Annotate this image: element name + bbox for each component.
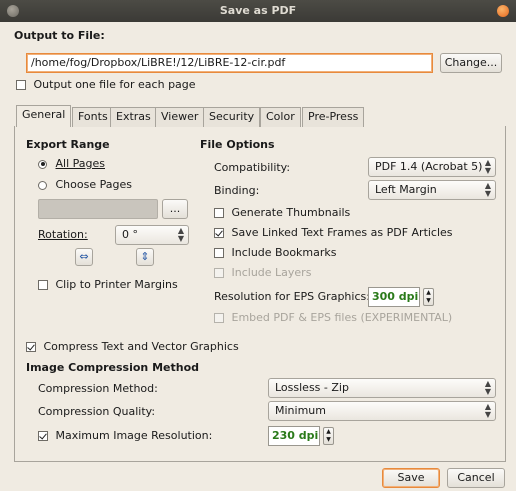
choose-pages-radio[interactable] <box>38 180 47 190</box>
include-layers-row: Include Layers <box>214 266 311 279</box>
max-resolution-input[interactable]: 230 dpi <box>268 426 320 446</box>
page-range-input[interactable] <box>38 199 158 219</box>
eps-resolution-stepper-icon[interactable]: ▲ ▼ <box>423 288 434 306</box>
include-layers-label: Include Layers <box>231 266 312 279</box>
file-options-heading: File Options <box>200 138 275 151</box>
one-file-per-page-checkbox[interactable] <box>16 80 26 90</box>
include-bookmarks-checkbox[interactable] <box>214 248 224 258</box>
compress-text-checkbox[interactable] <box>26 342 36 352</box>
clip-margins-checkbox[interactable] <box>38 280 48 290</box>
combo-arrows-icon: ▲ ▼ <box>177 226 184 243</box>
flip-vertical-icon[interactable]: ⇕ <box>136 248 154 266</box>
all-pages-radio[interactable] <box>38 159 47 169</box>
compress-text-label: Compress Text and Vector Graphics <box>43 340 239 353</box>
cancel-button[interactable]: Cancel <box>447 468 505 488</box>
compress-text-row[interactable]: Compress Text and Vector Graphics <box>26 340 239 353</box>
generate-thumbnails-row[interactable]: Generate Thumbnails <box>214 206 350 219</box>
window-title: Save as PDF <box>219 4 297 17</box>
compression-method-value: Lossless - Zip <box>275 381 349 394</box>
tab-extras[interactable]: Extras <box>110 107 157 127</box>
all-pages-option[interactable]: All Pages <box>38 157 105 170</box>
combo-arrows-icon: ▲ ▼ <box>484 158 491 175</box>
combo-arrows-icon: ▲ ▼ <box>484 379 491 396</box>
browse-pages-button[interactable]: ... <box>162 199 188 219</box>
rotation-value: 0 ° <box>122 228 138 241</box>
change-button[interactable]: Change... <box>440 53 502 73</box>
one-file-per-page-label: Output one file for each page <box>33 78 196 91</box>
generate-thumbnails-checkbox[interactable] <box>214 208 224 218</box>
tab-pre-press[interactable]: Pre-Press <box>302 107 365 127</box>
tab-viewer[interactable]: Viewer <box>155 107 205 127</box>
embed-pdf-eps-checkbox <box>214 313 224 323</box>
max-resolution-stepper-icon[interactable]: ▲ ▼ <box>323 427 334 445</box>
eps-resolution-input[interactable]: 300 dpi <box>368 287 420 307</box>
binding-select[interactable]: Left Margin ▲ ▼ <box>368 180 496 200</box>
binding-label: Binding: <box>214 184 260 197</box>
max-resolution-row[interactable]: Maximum Image Resolution: <box>38 429 212 442</box>
save-button[interactable]: Save <box>382 468 440 488</box>
rotation-label: Rotation: <box>38 228 88 241</box>
compression-quality-value: Minimum <box>275 404 326 417</box>
choose-pages-label: Choose Pages <box>55 178 132 191</box>
save-linked-frames-checkbox[interactable] <box>214 228 224 238</box>
combo-arrows-icon: ▲ ▼ <box>484 402 491 419</box>
clip-margins-label: Clip to Printer Margins <box>55 278 178 291</box>
output-path-input[interactable]: /home/fog/Dropbox/LiBRE!/12/LiBRE-12-cir… <box>26 53 433 73</box>
title-bar: Save as PDF <box>0 0 516 22</box>
combo-arrows-icon: ▲ ▼ <box>484 181 491 198</box>
tab-security[interactable]: Security <box>203 107 261 127</box>
close-window-button[interactable] <box>497 5 509 17</box>
window-menu-button[interactable] <box>7 5 19 17</box>
compatibility-value: PDF 1.4 (Acrobat 5) <box>375 160 483 173</box>
include-bookmarks-row[interactable]: Include Bookmarks <box>214 246 337 259</box>
max-resolution-label: Maximum Image Resolution: <box>55 429 213 442</box>
compression-quality-select[interactable]: Minimum ▲ ▼ <box>268 401 496 421</box>
max-resolution-checkbox[interactable] <box>38 431 48 441</box>
compatibility-label: Compatibility: <box>214 161 291 174</box>
compression-method-select[interactable]: Lossless - Zip ▲ ▼ <box>268 378 496 398</box>
embed-pdf-eps-label: Embed PDF & EPS files (EXPERIMENTAL) <box>231 311 453 324</box>
save-linked-frames-label: Save Linked Text Frames as PDF Articles <box>231 226 453 239</box>
eps-resolution-label: Resolution for EPS Graphics: <box>214 290 370 303</box>
rotation-select[interactable]: 0 ° ▲ ▼ <box>115 225 189 245</box>
include-bookmarks-label: Include Bookmarks <box>231 246 337 259</box>
save-linked-frames-row[interactable]: Save Linked Text Frames as PDF Articles <box>214 226 453 239</box>
compatibility-select[interactable]: PDF 1.4 (Acrobat 5) ▲ ▼ <box>368 157 496 177</box>
choose-pages-option[interactable]: Choose Pages <box>38 178 132 191</box>
binding-value: Left Margin <box>375 183 437 196</box>
tab-fonts[interactable]: Fonts <box>72 107 114 127</box>
one-file-per-page-row[interactable]: Output one file for each page <box>16 78 196 91</box>
export-range-heading: Export Range <box>26 138 110 151</box>
tab-color[interactable]: Color <box>260 107 301 127</box>
tab-general[interactable]: General <box>16 105 72 127</box>
include-layers-checkbox <box>214 268 224 278</box>
output-heading: Output to File: <box>14 29 105 42</box>
flip-horizontal-icon[interactable]: ⇔ <box>75 248 93 266</box>
generate-thumbnails-label: Generate Thumbnails <box>231 206 351 219</box>
compression-method-label: Compression Method: <box>38 382 158 395</box>
embed-pdf-eps-row: Embed PDF & EPS files (EXPERIMENTAL) <box>214 311 452 324</box>
compression-quality-label: Compression Quality: <box>38 405 156 418</box>
all-pages-label: All Pages <box>55 157 106 170</box>
clip-margins-row[interactable]: Clip to Printer Margins <box>38 278 178 291</box>
image-compression-heading: Image Compression Method <box>26 361 200 374</box>
